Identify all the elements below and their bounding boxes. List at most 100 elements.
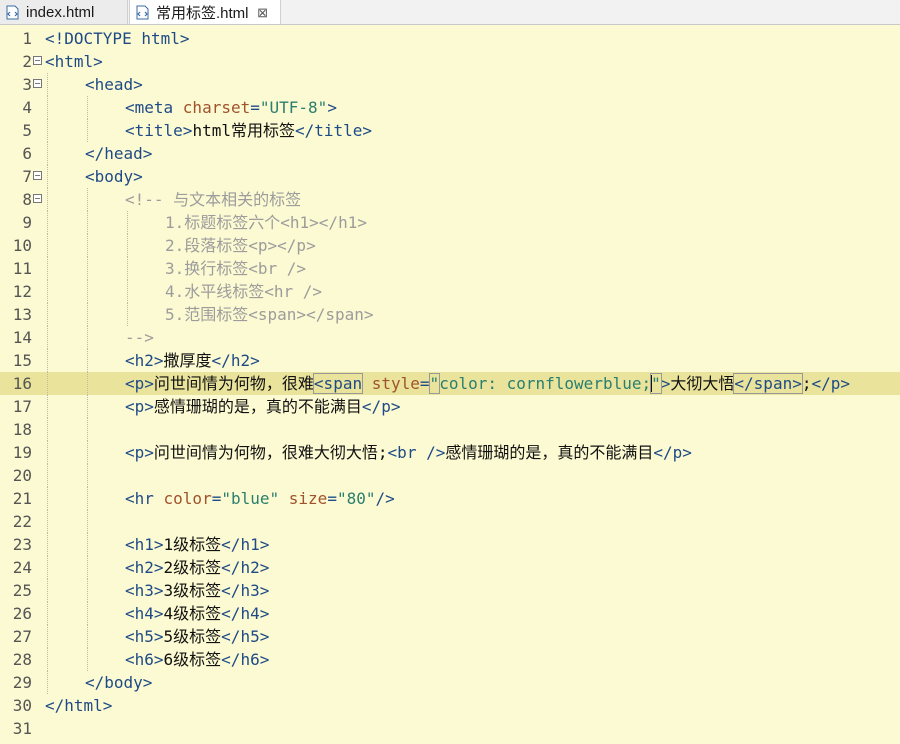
indent-guide	[47, 96, 48, 119]
line-number: 7	[22, 167, 32, 186]
code-token: 4级标签	[163, 604, 222, 623]
line-number: 27	[12, 627, 32, 646]
indent-guide	[47, 142, 48, 165]
code-line[interactable]: 19 <p>问世间情为何物，很难大彻大悟;<br />感情珊瑚的是，真的不能满目<…	[0, 441, 900, 464]
code-token: <meta	[125, 98, 183, 117]
code-line[interactable]: 4 <meta charset="UTF-8">	[0, 96, 900, 119]
code-text: <title>html常用标签</title>	[125, 119, 372, 142]
code-line[interactable]: 18	[0, 418, 900, 441]
code-line[interactable]: 31	[0, 717, 900, 740]
code-line[interactable]: 9 1.标题标签六个<h1></h1>	[0, 211, 900, 234]
line-number: 1	[22, 29, 32, 48]
indent-guide	[87, 464, 88, 487]
line-number: 18	[12, 420, 32, 439]
indent-guide	[127, 234, 128, 257]
code-token: =	[211, 489, 222, 508]
code-line[interactable]: 12 4.水平线标签<hr />	[0, 280, 900, 303]
code-line-current[interactable]: 16 <p>问世间情为何物，很难<span style="color: cornf…	[0, 372, 900, 395]
tab-index-html[interactable]: index.html	[0, 0, 128, 24]
code-text: 1.标题标签六个<h1></h1>	[165, 211, 367, 234]
code-line[interactable]: 2− <html>	[0, 50, 900, 73]
code-text: 2.段落标签<p></p>	[165, 234, 316, 257]
code-token: 1.标题标签六个<h1></h1>	[165, 213, 367, 232]
tab-label: 常用标签.html	[156, 4, 249, 22]
code-line[interactable]: 24 <h2>2级标签</h2>	[0, 556, 900, 579]
indent-guide	[47, 418, 48, 441]
line-number: 25	[12, 581, 32, 600]
code-token: >	[660, 374, 671, 393]
code-token: <h2>	[125, 558, 164, 577]
indent-guide	[47, 257, 48, 280]
fold-toggle-icon[interactable]: −	[33, 171, 42, 180]
code-line[interactable]: 7− <body>	[0, 165, 900, 188]
code-text: </html>	[45, 694, 112, 717]
code-text: <meta charset="UTF-8">	[125, 96, 337, 119]
indent-guide	[47, 326, 48, 349]
indent-guide	[87, 326, 88, 349]
code-text: <h6>6级标签</h6>	[125, 648, 269, 671]
line-number: 15	[12, 351, 32, 370]
code-line[interactable]: 15 <h2>撒厚度</h2>	[0, 349, 900, 372]
fold-toggle-icon[interactable]: −	[33, 56, 42, 65]
indent-guide	[47, 487, 48, 510]
code-text: <hr color="blue" size="80"/>	[125, 487, 395, 510]
code-line[interactable]: 20	[0, 464, 900, 487]
code-line[interactable]: 14 -->	[0, 326, 900, 349]
code-token: =	[327, 489, 337, 508]
code-editor[interactable]: 1 <!DOCTYPE html> 2− <html> 3− <head> 4 <meta c…	[0, 25, 900, 744]
code-token: =	[250, 98, 260, 117]
code-line[interactable]: 6 </head>	[0, 142, 900, 165]
code-line[interactable]: 3− <head>	[0, 73, 900, 96]
code-token: <h4>	[125, 604, 164, 623]
indent-guide	[127, 211, 128, 234]
code-line[interactable]: 1 <!DOCTYPE html>	[0, 27, 900, 50]
code-text: <p>问世间情为何物，很难大彻大悟;<br />感情珊瑚的是，真的不能满目</p…	[125, 441, 692, 464]
indent-guide	[47, 372, 48, 395]
code-line[interactable]: 11 3.换行标签<br />	[0, 257, 900, 280]
code-text: <h2>2级标签</h2>	[125, 556, 269, 579]
code-line[interactable]: 8− <!-- 与文本相关的标签	[0, 188, 900, 211]
code-token: </h4>	[221, 604, 270, 623]
code-token: size	[288, 489, 328, 508]
code-line[interactable]: 22	[0, 510, 900, 533]
indent-guide	[87, 395, 88, 418]
code-token: <html>	[45, 52, 103, 71]
line-number: 3	[22, 75, 32, 94]
fold-toggle-icon[interactable]: −	[33, 79, 42, 88]
tab-changyong-biaoqian-html[interactable]: 常用标签.html ⊠	[129, 0, 281, 24]
code-token: 4.水平线标签<hr />	[165, 282, 323, 301]
indent-guide	[127, 280, 128, 303]
indent-guide	[47, 464, 48, 487]
code-line[interactable]: 21 <hr color="blue" size="80"/>	[0, 487, 900, 510]
code-line[interactable]: 26 <h4>4级标签</h4>	[0, 602, 900, 625]
indent-guide	[47, 579, 48, 602]
code-line[interactable]: 25 <h3>3级标签</h3>	[0, 579, 900, 602]
code-token: </html>	[45, 696, 113, 715]
code-line[interactable]: 29 </body>	[0, 671, 900, 694]
code-line[interactable]: 28 <h6>6级标签</h6>	[0, 648, 900, 671]
code-line[interactable]: 27 <h5>5级标签</h5>	[0, 625, 900, 648]
indent-guide	[47, 602, 48, 625]
code-token: <!DOCTYPE html>	[45, 29, 190, 48]
code-token: <h5>	[125, 627, 164, 646]
code-token: </h6>	[221, 650, 270, 669]
code-line[interactable]: 10 2.段落标签<p></p>	[0, 234, 900, 257]
code-text: 3.换行标签<br />	[165, 257, 306, 280]
code-token: style	[371, 374, 420, 393]
line-number: 10	[12, 236, 32, 255]
editor-tab-bar: index.html 常用标签.html ⊠	[0, 0, 900, 25]
code-line[interactable]: 17 <p>感情珊瑚的是，真的不能满目</p>	[0, 395, 900, 418]
code-line[interactable]: 23 <h1>1级标签</h1>	[0, 533, 900, 556]
code-token: </body>	[85, 673, 153, 692]
close-tab-icon[interactable]: ⊠	[257, 6, 269, 19]
line-number: 29	[12, 673, 32, 692]
code-token: <h1>	[125, 535, 164, 554]
code-line[interactable]: 5 <title>html常用标签</title>	[0, 119, 900, 142]
code-token: </h1>	[221, 535, 270, 554]
indent-guide	[87, 533, 88, 556]
code-line[interactable]: 13 5.范围标签<span></span>	[0, 303, 900, 326]
code-token: 6级标签	[163, 650, 222, 669]
code-line[interactable]: 30 </html>	[0, 694, 900, 717]
fold-toggle-icon[interactable]: −	[33, 194, 42, 203]
